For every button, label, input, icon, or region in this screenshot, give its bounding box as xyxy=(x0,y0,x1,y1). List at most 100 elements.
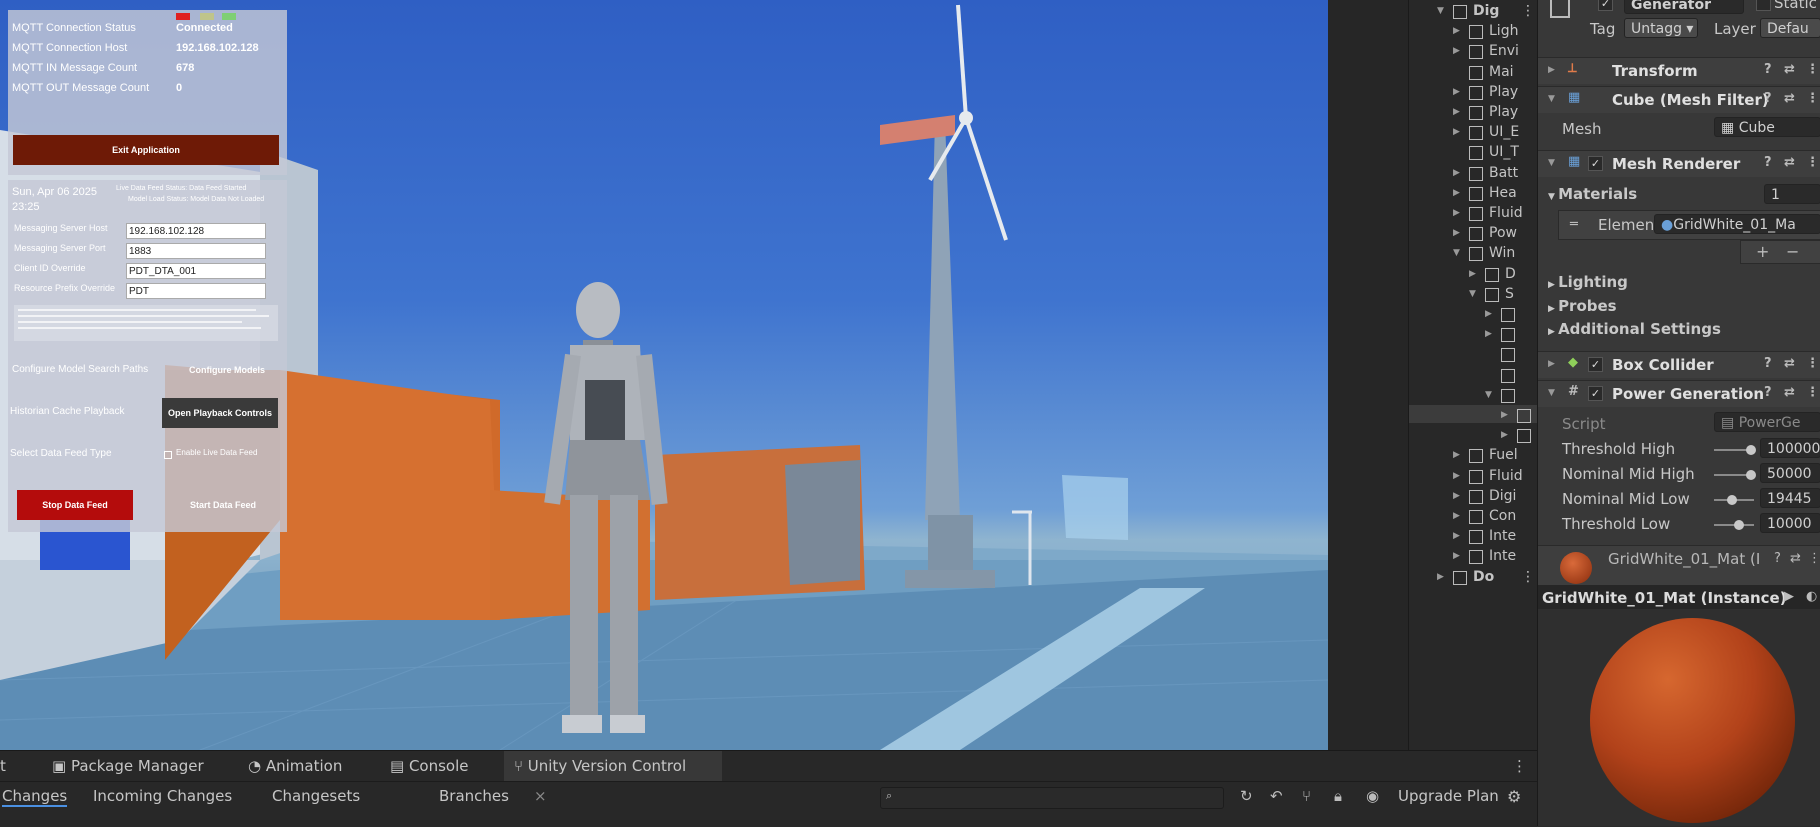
element-material-field[interactable]: ●GridWhite_01_Ma xyxy=(1654,214,1820,234)
materials-count-field[interactable]: 1 xyxy=(1764,184,1820,204)
hierarchy-row[interactable] xyxy=(1409,366,1537,386)
expand-icon[interactable]: ▼ xyxy=(1453,248,1460,258)
hierarchy-row[interactable]: ▶ Con xyxy=(1409,507,1537,527)
scene-view[interactable]: MQTT Connection Status Connected MQTT Co… xyxy=(0,0,1328,750)
mesh-renderer-header[interactable]: ▼ ▦ ✓ Mesh Renderer ? ⇄ ⋮ xyxy=(1538,150,1820,177)
slider-handle[interactable] xyxy=(1733,520,1744,530)
hierarchy-row[interactable]: ▶ Play xyxy=(1409,83,1537,103)
lighting-foldout[interactable]: ▶ Lighting xyxy=(1548,273,1628,291)
probes-foldout[interactable]: ▶ Probes xyxy=(1548,297,1617,315)
more-icon[interactable]: ⋮ xyxy=(1808,551,1820,566)
help-icon[interactable]: ? xyxy=(1764,62,1772,77)
threshold-value-field[interactable]: 19445 xyxy=(1760,488,1820,508)
slider-handle[interactable] xyxy=(1746,445,1757,455)
subtab-changes[interactable]: Changes xyxy=(2,787,68,807)
power-generation-enabled-checkbox[interactable]: ✓ xyxy=(1588,386,1603,401)
threshold-value-field[interactable]: 100000 xyxy=(1760,438,1820,458)
slider-handle[interactable] xyxy=(1726,495,1737,505)
hierarchy-row[interactable]: ▶ D xyxy=(1409,265,1537,285)
box-collider-enabled-checkbox[interactable]: ✓ xyxy=(1588,357,1603,372)
search-input[interactable] xyxy=(880,787,1224,809)
transform-header[interactable]: ▶ ⟂ Transform ? ⇄ ⋮ xyxy=(1538,57,1820,84)
threshold-value-field[interactable]: 10000 xyxy=(1760,513,1820,533)
panel-menu-icon[interactable]: ⋮ xyxy=(1512,757,1527,775)
additional-settings-foldout[interactable]: ▶ Additional Settings xyxy=(1548,320,1721,338)
drag-handle-icon[interactable]: ═ xyxy=(1570,217,1578,232)
expand-icon[interactable]: ▼ xyxy=(1437,6,1444,16)
hierarchy-row[interactable]: ▶ Inte xyxy=(1409,527,1537,547)
hierarchy-panel[interactable]: ▼ Dig ⋮ ▶ Ligh ▶ Envi Mai ▶ Play ▶ Play ▶ UI_E UI_T ▶ Ba… xyxy=(1408,0,1537,750)
preset-icon[interactable]: ⇄ xyxy=(1784,62,1795,77)
more-icon[interactable]: ⋮ xyxy=(1521,3,1535,19)
undo-icon[interactable]: ↶ xyxy=(1270,787,1283,805)
static-checkbox[interactable] xyxy=(1756,0,1771,11)
hierarchy-row[interactable]: ▶ xyxy=(1409,426,1537,446)
collapse-icon[interactable]: ▶ xyxy=(1501,410,1508,420)
subtab-incoming-changes[interactable]: Incoming Changes xyxy=(93,787,232,805)
hierarchy-row[interactable]: ▶ Fluid xyxy=(1409,204,1537,224)
hierarchy-row[interactable]: ▼ xyxy=(1409,386,1537,406)
tab-package-manager[interactable]: ▣ Package Manager xyxy=(52,751,204,781)
box-collider-header[interactable]: ▶ ◆ ✓ Box Collider ? ⇄ ⋮ xyxy=(1538,351,1820,378)
hierarchy-row[interactable]: ▶ Hea xyxy=(1409,184,1537,204)
hierarchy-row[interactable]: ▶ UI_E xyxy=(1409,123,1537,143)
hierarchy-row[interactable]: ▶ Envi xyxy=(1409,42,1537,62)
configure-models-button[interactable]: Configure Models xyxy=(172,358,282,382)
start-data-feed-button[interactable]: Start Data Feed xyxy=(168,490,278,520)
hierarchy-row[interactable]: ▼ Dig ⋮ xyxy=(1409,2,1537,22)
hierarchy-row[interactable]: ▶ Digi xyxy=(1409,487,1537,507)
hierarchy-row[interactable]: ▶ xyxy=(1409,305,1537,325)
exit-application-button[interactable]: Exit Application xyxy=(13,135,279,165)
collapse-icon[interactable]: ▶ xyxy=(1453,46,1460,56)
resource-prefix-input[interactable] xyxy=(126,283,266,299)
more-icon[interactable]: ⋮ xyxy=(1806,356,1819,371)
tab-animation[interactable]: ◔ Animation xyxy=(248,751,342,781)
help-icon[interactable]: ? xyxy=(1764,356,1772,371)
hierarchy-row[interactable]: UI_T xyxy=(1409,143,1537,163)
help-icon[interactable]: ? xyxy=(1774,551,1781,566)
collapse-icon[interactable]: ▶ xyxy=(1453,87,1460,97)
collapse-icon[interactable]: ▶ xyxy=(1485,309,1492,319)
help-icon[interactable]: ? xyxy=(1764,385,1772,400)
preset-icon[interactable]: ⇄ xyxy=(1784,91,1795,106)
hierarchy-row[interactable]: ▼ Win xyxy=(1409,244,1537,264)
more-icon[interactable]: ⋮ xyxy=(1806,155,1819,170)
mesh-renderer-enabled-checkbox[interactable]: ✓ xyxy=(1588,156,1603,171)
collapse-icon[interactable]: ▶ xyxy=(1453,450,1460,460)
help-icon[interactable]: ? xyxy=(1764,91,1772,106)
collapse-icon[interactable]: ▶ xyxy=(1453,531,1460,541)
collapse-icon[interactable]: ▶ xyxy=(1437,572,1444,582)
collapse-icon[interactable]: ▶ xyxy=(1453,228,1460,238)
tab-project[interactable]: t xyxy=(0,751,6,781)
collapse-icon[interactable]: ▶ xyxy=(1453,551,1460,561)
object-name-field[interactable]: Generator xyxy=(1624,0,1744,14)
user-icon[interactable]: ◉ xyxy=(1366,787,1379,805)
more-icon[interactable]: ⋮ xyxy=(1521,569,1535,585)
hierarchy-row[interactable]: ▶ xyxy=(1409,325,1537,345)
active-checkbox[interactable]: ✓ xyxy=(1598,0,1613,11)
collapse-icon[interactable]: ▶ xyxy=(1453,208,1460,218)
hierarchy-row[interactable]: ▶ Play xyxy=(1409,103,1537,123)
collapse-icon[interactable]: ▶ xyxy=(1485,329,1492,339)
more-icon[interactable]: ⋮ xyxy=(1806,62,1819,77)
mesh-field[interactable]: ▦ Cube xyxy=(1714,117,1820,137)
collapse-icon[interactable]: ▶ xyxy=(1453,511,1460,521)
hierarchy-row[interactable]: ▶ xyxy=(1409,406,1537,426)
upgrade-plan-link[interactable]: Upgrade Plan xyxy=(1398,787,1499,805)
stop-data-feed-button[interactable]: Stop Data Feed xyxy=(17,490,133,520)
subtab-changesets[interactable]: Changesets xyxy=(272,787,360,805)
enable-live-checkbox[interactable] xyxy=(164,451,172,459)
server-port-input[interactable] xyxy=(126,243,266,259)
lock-icon[interactable]: 🔒︎ xyxy=(1334,787,1342,805)
open-playback-button[interactable]: Open Playback Controls xyxy=(162,398,278,428)
hierarchy-row[interactable]: ▶ Fluid xyxy=(1409,467,1537,487)
slider-handle[interactable] xyxy=(1746,470,1757,480)
hierarchy-row[interactable] xyxy=(1409,345,1537,365)
more-icon[interactable]: ⋮ xyxy=(1806,91,1819,106)
collapse-icon[interactable]: ▶ xyxy=(1453,168,1460,178)
add-element-icon[interactable]: + xyxy=(1756,242,1769,261)
hierarchy-row[interactable]: ▼ S xyxy=(1409,285,1537,305)
collapse-icon[interactable]: ▶ xyxy=(1453,491,1460,501)
hierarchy-row[interactable]: Mai xyxy=(1409,63,1537,83)
expand-icon[interactable]: ▼ xyxy=(1469,289,1476,299)
